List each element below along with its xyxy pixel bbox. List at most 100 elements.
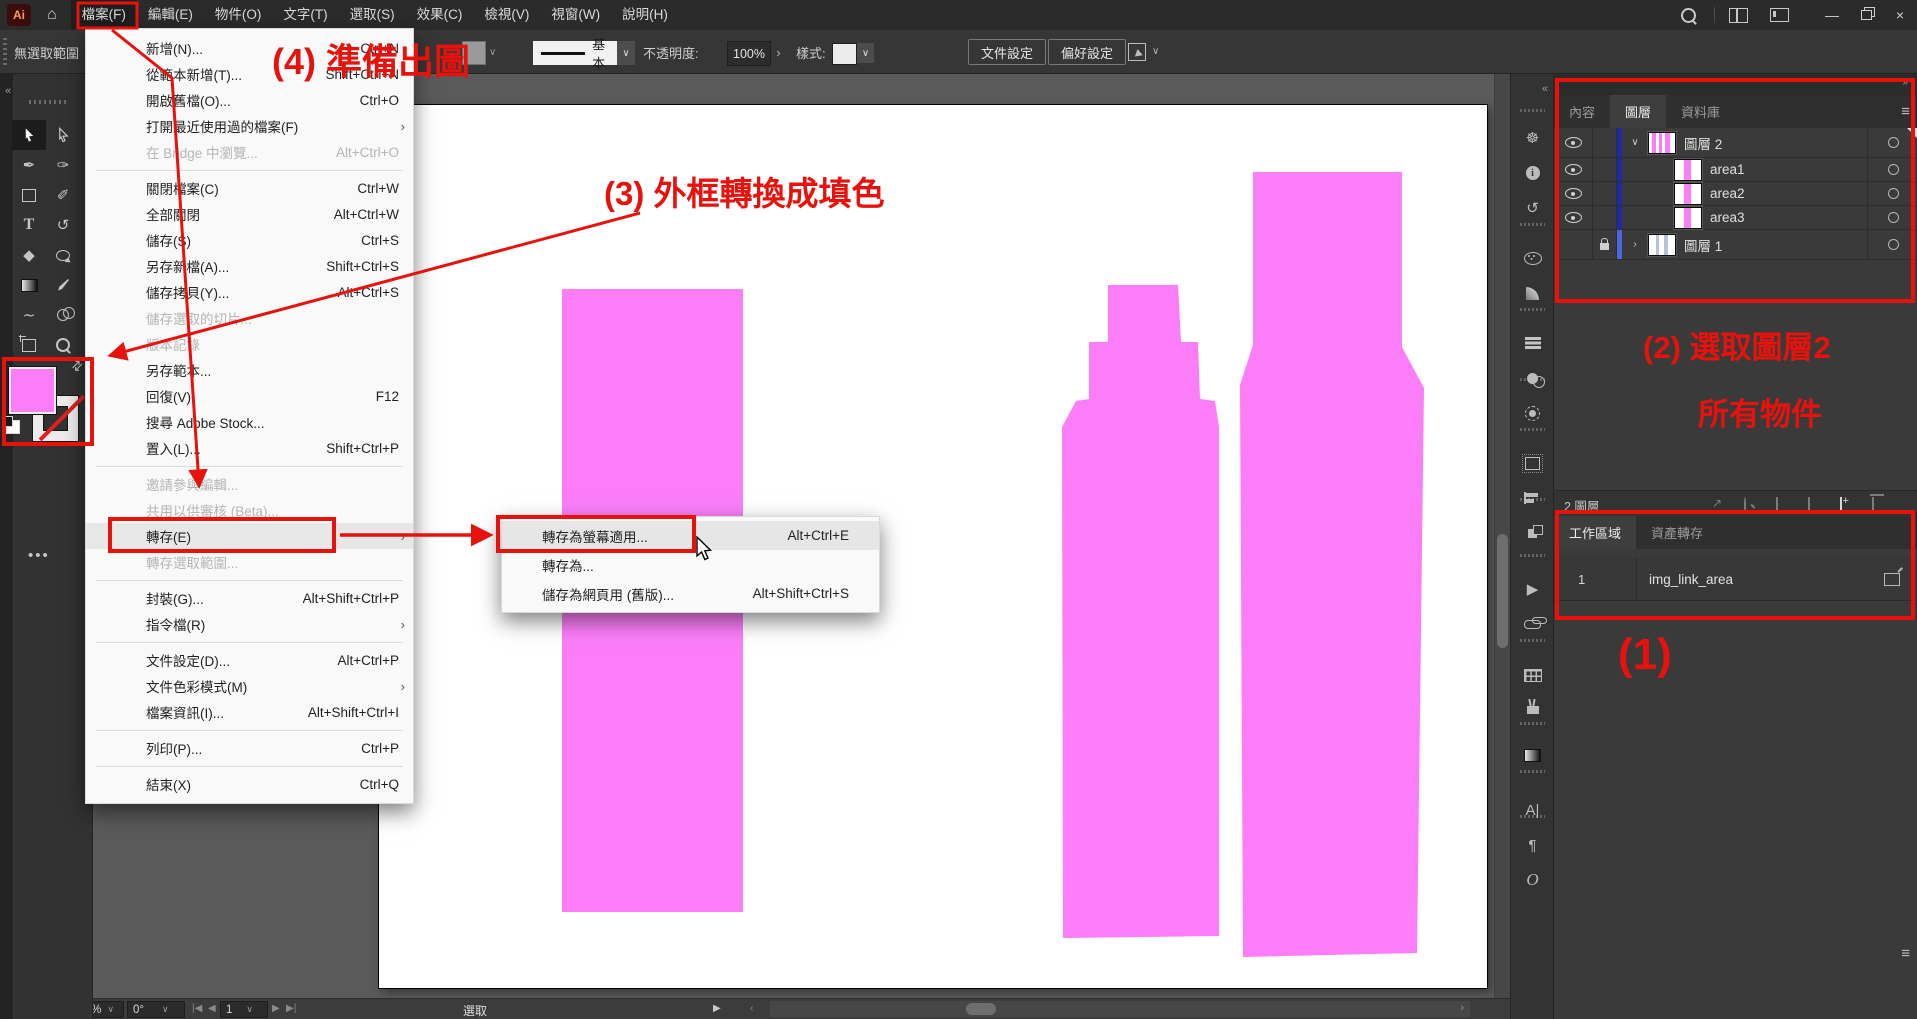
file-menu-item-browse-in-bridge[interactable]: 在 Bridge 中瀏覽...Alt+Ctrl+O <box>86 139 413 165</box>
lock-toggle[interactable] <box>1593 206 1617 229</box>
panel-menu-icon[interactable]: ≡ <box>1901 945 1910 962</box>
layer-row-area1[interactable]: area1 <box>1554 158 1917 182</box>
style-chevron[interactable]: ∨ <box>857 43 874 63</box>
status-collapse-icon[interactable]: ‹ <box>750 1003 753 1014</box>
layer-target[interactable] <box>1867 182 1917 205</box>
menubar-item-window[interactable]: 視窗(W) <box>540 0 611 30</box>
file-menu-item-new-from-template[interactable]: 從範本新增(T)...Shift+Ctrl+N <box>86 61 413 87</box>
layer-row-area2[interactable]: area2 <box>1554 182 1917 206</box>
visibility-toggle[interactable] <box>1554 206 1593 229</box>
paintbrush-tool[interactable]: ✐ <box>46 180 80 210</box>
transform-icon[interactable] <box>1511 451 1554 475</box>
file-menu-item-save-as-template[interactable]: 另存範本... <box>86 357 413 383</box>
opentype-icon[interactable]: O <box>1511 868 1554 892</box>
align-icon[interactable] <box>1511 486 1554 510</box>
close-button[interactable]: × <box>1883 0 1917 30</box>
new-layer-icon[interactable] <box>1840 498 1842 512</box>
file-menu-item-invite-to-edit[interactable]: 邀請參與編輯... <box>86 471 413 497</box>
fill-swatch[interactable] <box>9 367 56 414</box>
type-tool[interactable]: T <box>12 210 46 240</box>
menubar-item-file[interactable]: 檔案(F) <box>71 0 137 30</box>
edit-toolbar-icon[interactable]: ••• <box>28 547 50 564</box>
dock2-tab-0[interactable]: 工作區域 <box>1554 516 1636 549</box>
stroke-color-chip[interactable] <box>462 41 486 65</box>
file-menu-item-file-info[interactable]: 檔案資訊(I)...Alt+Shift+Ctrl+I <box>86 699 413 725</box>
vertical-scrollbar[interactable] <box>1494 73 1511 998</box>
previous-artboard-button[interactable]: ◀ <box>208 1003 216 1014</box>
file-menu-item-save-a-copy[interactable]: 儲存拷貝(Y)...Alt+Ctrl+S <box>86 279 413 305</box>
artboard-name[interactable]: img_link_area <box>1637 572 1884 587</box>
restore-button[interactable] <box>1849 0 1883 30</box>
menubar-item-type[interactable]: 文字(T) <box>272 0 338 30</box>
lock-toggle[interactable] <box>1593 128 1617 157</box>
actions-icon[interactable]: ▶ <box>1511 577 1554 601</box>
transparency-icon[interactable] <box>1511 366 1554 390</box>
document-setup-button[interactable]: 文件設定 <box>968 39 1046 65</box>
shaper-tool[interactable] <box>46 240 80 270</box>
file-menu-item-save[interactable]: 儲存(S)Ctrl+S <box>86 227 413 253</box>
next-artboard-button[interactable]: ▶ <box>272 1003 280 1014</box>
rectangle-tool[interactable] <box>12 180 46 210</box>
pathfinder-icon[interactable] <box>1511 521 1554 545</box>
toolbar-grip[interactable] <box>29 100 69 104</box>
selection-tool[interactable] <box>12 120 46 150</box>
lock-toggle[interactable] <box>1593 158 1617 181</box>
vertical-scrollbar-thumb[interactable] <box>1497 534 1508 648</box>
curvature-tool[interactable]: ✑ <box>46 150 80 180</box>
gradient-icon[interactable] <box>1511 743 1554 767</box>
layer-expand-icon[interactable]: ∨ <box>1622 137 1648 148</box>
make-clipping-mask-icon[interactable] <box>1776 498 1778 512</box>
file-menu-item-revert[interactable]: 回復(V)F12 <box>86 383 413 409</box>
file-menu-item-print[interactable]: 列印(P)...Ctrl+P <box>86 735 413 761</box>
style-swatch[interactable] <box>832 43 857 65</box>
first-artboard-button[interactable]: |◀ <box>192 1003 202 1014</box>
arrange-documents-icon[interactable] <box>1770 8 1789 22</box>
artboard-number-select[interactable]: 1 ∨ <box>220 1001 268 1018</box>
file-menu-item-open[interactable]: 開啟舊檔(O)...Ctrl+O <box>86 87 413 113</box>
width-tool[interactable]: ∼ <box>12 300 46 330</box>
stroke-icon[interactable] <box>1511 331 1554 355</box>
direct-selection-tool[interactable] <box>46 120 80 150</box>
color-icon[interactable] <box>1511 246 1554 270</box>
submenu-item-export-for-screens[interactable]: 轉存為螢幕適用...Alt+Ctrl+E <box>502 521 879 550</box>
file-menu-item-scripts[interactable]: 指令檔(R)› <box>86 611 413 637</box>
file-menu-item-place[interactable]: 置入(L)...Shift+Ctrl+P <box>86 435 413 461</box>
file-menu-item-close[interactable]: 關閉檔案(C)Ctrl+W <box>86 175 413 201</box>
shape-area2[interactable] <box>1062 285 1219 938</box>
file-menu-item-package[interactable]: 封裝(G)...Alt+Shift+Ctrl+P <box>86 585 413 611</box>
stroke-preset-select[interactable]: 基本 <box>533 41 617 65</box>
horizontal-scrollbar-thumb[interactable] <box>966 1003 996 1015</box>
layer-row-layer2[interactable]: ∨圖層 2 <box>1554 128 1917 158</box>
layer-target[interactable] <box>1867 230 1917 259</box>
menubar-item-edit[interactable]: 編輯(E) <box>137 0 204 30</box>
menubar-item-help[interactable]: 說明(H) <box>611 0 679 30</box>
dock1-tab-0[interactable]: 內容 <box>1554 95 1610 128</box>
delete-layer-icon[interactable] <box>1872 497 1874 511</box>
preferences-button[interactable]: 偏好設定 <box>1048 39 1126 65</box>
menubar-item-select[interactable]: 選取(S) <box>339 0 406 30</box>
file-menu-item-document-setup[interactable]: 文件設定(D)...Alt+Ctrl+P <box>86 647 413 673</box>
collapse-toolbar-icon[interactable]: « <box>5 85 11 97</box>
layer-expand-icon[interactable]: › <box>1622 239 1648 250</box>
menubar-item-object[interactable]: 物件(O) <box>204 0 273 30</box>
stroke-preset-chevron[interactable]: ∨ <box>617 41 635 65</box>
file-menu-item-export[interactable]: 轉存(E)› <box>86 523 413 549</box>
collect-for-export-icon[interactable]: ↗ <box>1712 496 1722 510</box>
swatches-icon[interactable] <box>1511 663 1554 687</box>
locate-object-icon[interactable] <box>1744 498 1746 512</box>
workspace-switcher-icon[interactable] <box>1729 8 1748 23</box>
home-icon[interactable]: ⌂ <box>47 0 57 30</box>
opacity-input[interactable]: 100% <box>727 41 771 66</box>
visibility-toggle[interactable] <box>1554 128 1593 157</box>
submenu-item-save-for-web-legacy[interactable]: 儲存為網頁用 (舊版)...Alt+Shift+Ctrl+S <box>502 579 879 608</box>
file-menu-item-save-as[interactable]: 另存新檔(A)...Shift+Ctrl+S <box>86 253 413 279</box>
visibility-toggle[interactable] <box>1554 230 1593 259</box>
search-icon[interactable] <box>1681 8 1696 23</box>
file-menu-item-export-selection[interactable]: 轉存選取範圍... <box>86 549 413 575</box>
brushes-icon[interactable] <box>1511 695 1554 719</box>
file-menu-item-document-color-mode[interactable]: 文件色彩模式(M)› <box>86 673 413 699</box>
symbols-icon[interactable] <box>1511 401 1554 425</box>
default-fill-stroke-icon[interactable] <box>6 420 20 434</box>
last-artboard-button[interactable]: ▶| <box>286 1003 296 1014</box>
character-icon[interactable]: A| <box>1511 798 1554 822</box>
